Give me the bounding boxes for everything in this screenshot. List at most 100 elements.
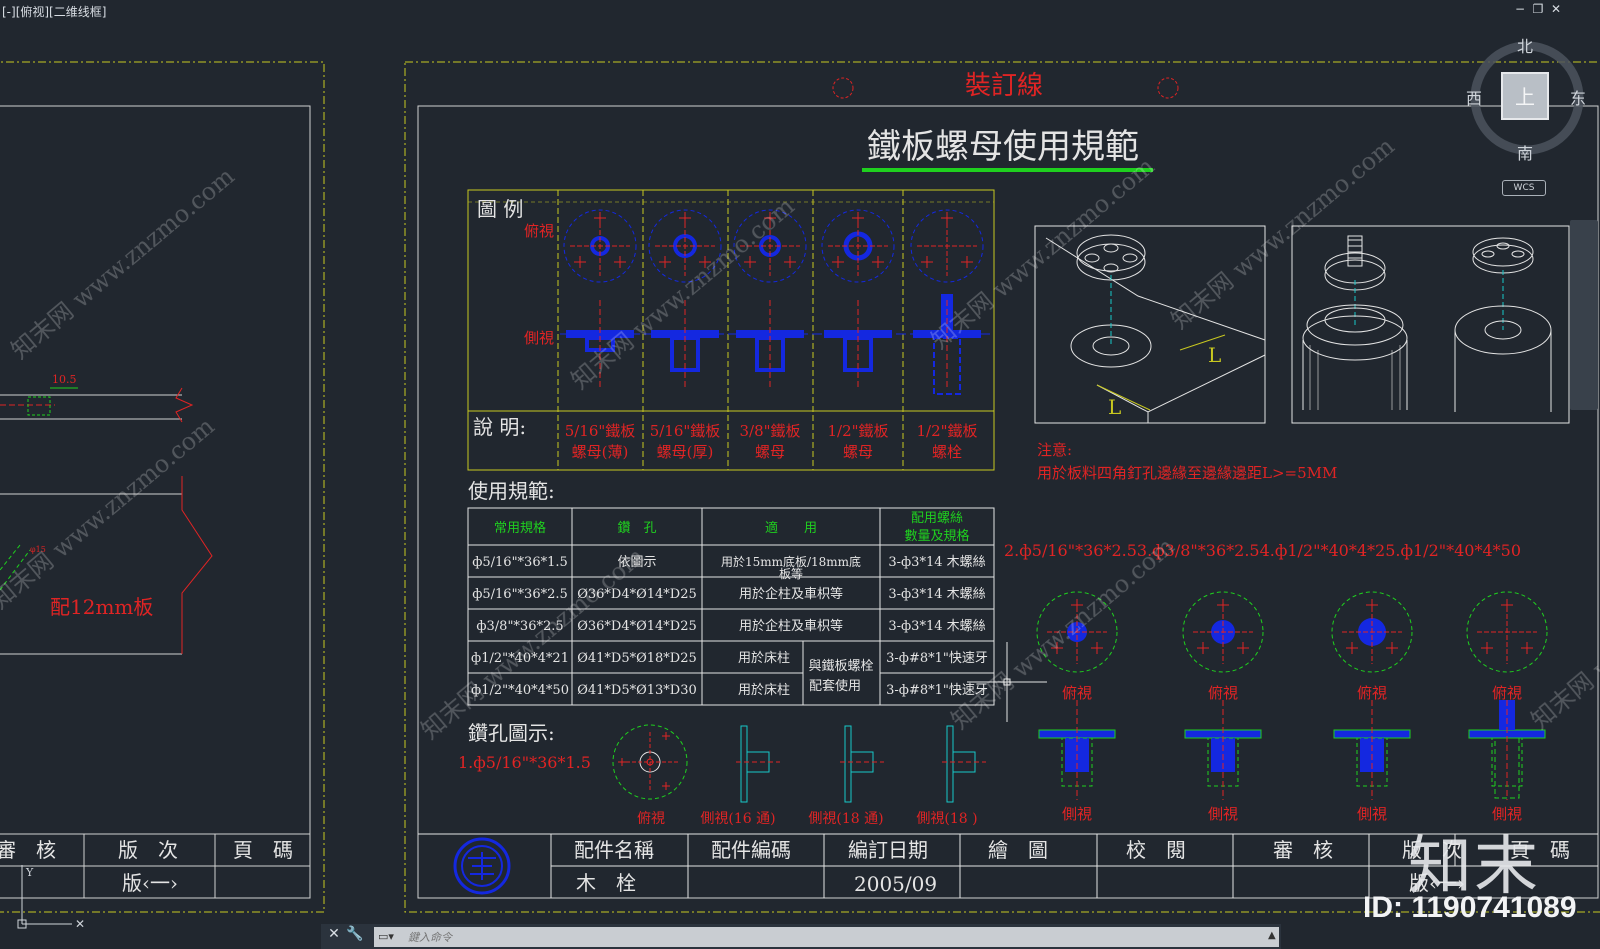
viewcube-north: 北	[1517, 37, 1533, 56]
drill-label-side16: 側視(16 通)	[700, 811, 775, 827]
viewcube-east: 东	[1570, 89, 1586, 108]
left-note: 配12mm板	[50, 595, 153, 619]
usage-cell-r2-c4: 3-ф3*14 木螺絲	[888, 587, 985, 602]
viewcube-west: 西	[1466, 89, 1482, 108]
svg-text:Y: Y	[25, 866, 34, 879]
drawing-canvas[interactable]: 10.5 φ15 配12mm板 審 核 版 次 頁 碼 版‹一› ✕ Y 裝訂線…	[0, 0, 1600, 949]
usage-cell-r5-c2: Ø41*D5*Ø13*D30	[577, 683, 697, 698]
usage-cell-r4-c4: 3-ф#8*1"快速牙	[886, 651, 988, 666]
legend-desc-label: 說 明:	[473, 415, 526, 439]
viewcube-face-label: 上	[1515, 85, 1535, 109]
usage-cell-r3-c3: 用於企柱及車枳等	[739, 618, 843, 634]
drill-board-1	[740, 725, 748, 803]
navigation-bar[interactable]	[1570, 220, 1598, 410]
usage-header-spec: 常用規格	[494, 520, 546, 536]
legend-side-view: 側視	[524, 329, 554, 347]
legend-item-1-line2: 螺母(薄)	[572, 443, 629, 461]
drill-hole-1	[746, 751, 770, 773]
close-command-icon[interactable]: ✕	[326, 926, 342, 942]
left-dim-label: 10.5	[52, 373, 77, 386]
tb-part-name-label: 配件名稱	[574, 838, 654, 862]
usage-cell-r2-c3: 用於企柱及車枳等	[739, 586, 843, 602]
legend-item-2-line2: 螺母(厚)	[657, 443, 714, 461]
usage-heading: 使用規範:	[468, 479, 555, 503]
left-version-value: 版‹一›	[122, 871, 178, 895]
tb-part-code-label: 配件編碼	[711, 838, 791, 862]
legend-center-mark-5	[917, 216, 977, 276]
drill-hole-3	[952, 751, 976, 773]
wcs-button[interactable]: WCS	[1502, 180, 1546, 196]
left-version-label: 版 次	[118, 838, 178, 862]
usage-merged-note-1: 與鐵板螺栓	[808, 658, 873, 674]
drill-hole-2	[850, 751, 874, 773]
drill-label-top: 俯視	[637, 811, 665, 827]
command-prompt-icon[interactable]: ▭▾	[378, 930, 394, 943]
drill-heading: 鑽孔圖示:	[468, 721, 555, 745]
usage-cell-r3-c2: Ø36*D4*Ø14*D25	[577, 619, 697, 634]
legend-item-4-line1: 1/2"鐵板	[827, 422, 888, 440]
drill-views	[612, 724, 986, 803]
tb-drawn-label: 繪 圖	[988, 838, 1048, 862]
left-page-label: 頁 碼	[233, 838, 293, 862]
series-side-label-2: 側視	[1208, 805, 1238, 823]
drill-labels: 俯視 側視(16 通) 側視(18 通) 側視(18 )	[637, 811, 978, 827]
usage-header-screws-line1: 配用螺絲	[911, 511, 963, 526]
legend-descriptions: 5/16"鐵板 螺母(薄) 5/16"鐵板 螺母(厚) 3/8"鐵板 螺母 1/…	[565, 422, 978, 461]
usage-cell-r1-c1: ф5/16"*36*1.5	[472, 555, 568, 570]
series-top-label-4: 俯視	[1492, 684, 1522, 702]
drill-label-side18: 側視(18 通)	[808, 811, 883, 827]
usage-cell-r1-c3-wrap: 板等	[779, 567, 803, 581]
series-top-label-2: 俯視	[1208, 684, 1238, 702]
tb-review-label: 審 核	[1273, 838, 1333, 862]
usage-cell-r4-c3: 用於床柱	[738, 650, 790, 666]
command-input[interactable]	[374, 927, 1279, 947]
tb-check-label: 校 閱	[1126, 838, 1186, 862]
legend-item-2-line1: 5/16"鐵板	[650, 422, 721, 440]
sheet-title: 鐵板螺母使用規範	[867, 127, 1139, 167]
watermark-text-8: 知末网 www.znzmo.com	[1526, 532, 1600, 735]
usage-table: 常用規格 鑽 孔 適 用 配用螺絲 數量及規格	[467, 507, 995, 706]
usage-cell-r2-c1: ф5/16"*36*2.5	[472, 587, 568, 602]
legend-label: 圖 例	[477, 197, 523, 221]
iso-detail-right	[1291, 225, 1570, 424]
series-side-label-1: 側視	[1062, 805, 1092, 823]
svg-text:✕: ✕	[75, 917, 85, 931]
legend-top-view: 俯視	[524, 222, 554, 240]
left-review-label: 審 核	[0, 838, 56, 862]
tb-part-name: 木 栓	[576, 871, 636, 895]
drill-label-side18b: 側視(18 )	[916, 811, 977, 827]
watermark-text-2: 知末网 www.znzmo.com	[0, 412, 220, 615]
watermark-text-7: 知末网 www.znzmo.com	[1166, 132, 1400, 335]
iso-detail-left: L L	[1034, 225, 1266, 424]
chevron-up-icon[interactable]: ▲	[1268, 930, 1276, 941]
legend-item-5-line2: 螺栓	[932, 443, 962, 461]
legend-center-mark-1	[570, 216, 630, 276]
tb-date-label: 編訂日期	[848, 838, 928, 862]
drill-item-1: 1.ф5/16"*36*1.5	[458, 753, 591, 772]
tb-date: 2005/09	[854, 872, 937, 896]
watermark-text-4: 知末网 www.znzmo.com	[416, 542, 650, 745]
legend-item-3-line2: 螺母	[755, 443, 785, 461]
watermark-id: ID: 1190741089	[1363, 891, 1577, 924]
usage-cell-r5-c3: 用於床柱	[738, 682, 790, 698]
drill-series-text: 2.ф5/16"*36*2.53.ф3/8"*36*2.54.ф1/2"*40*…	[1004, 541, 1521, 560]
notice-title: 注意:	[1037, 441, 1072, 459]
legend-item-1-line1: 5/16"鐵板	[565, 422, 636, 440]
series-side-label-3: 側視	[1357, 805, 1387, 823]
usage-merged-note-2: 配套使用	[809, 678, 861, 694]
wrench-icon[interactable]: 🔧	[346, 926, 363, 942]
drill-board-3	[946, 725, 954, 803]
legend-center-mark-4	[828, 216, 888, 276]
viewcube[interactable]: 上 北 南 东 西	[1466, 37, 1586, 163]
usage-header-drill: 鑽 孔	[617, 520, 656, 536]
iso-L-label-2: L	[1108, 395, 1121, 419]
legend-item-3-line1: 3/8"鐵板	[739, 422, 800, 440]
legend-symbols	[560, 209, 994, 395]
drill-series-views: 俯視側視俯視側視俯視側視俯視側視	[1036, 591, 1548, 823]
watermark-text-5: 知末网 www.znzmo.com	[926, 152, 1160, 355]
notice-text: 用於板料四角釘孔邊緣至邊緣邊距L>=5MM	[1037, 464, 1337, 482]
series-top-label-1: 俯視	[1062, 684, 1092, 702]
drill-board-2	[844, 725, 852, 803]
iso-L-label-1: L	[1208, 343, 1221, 367]
binding-line-label: 裝訂線	[965, 71, 1043, 101]
